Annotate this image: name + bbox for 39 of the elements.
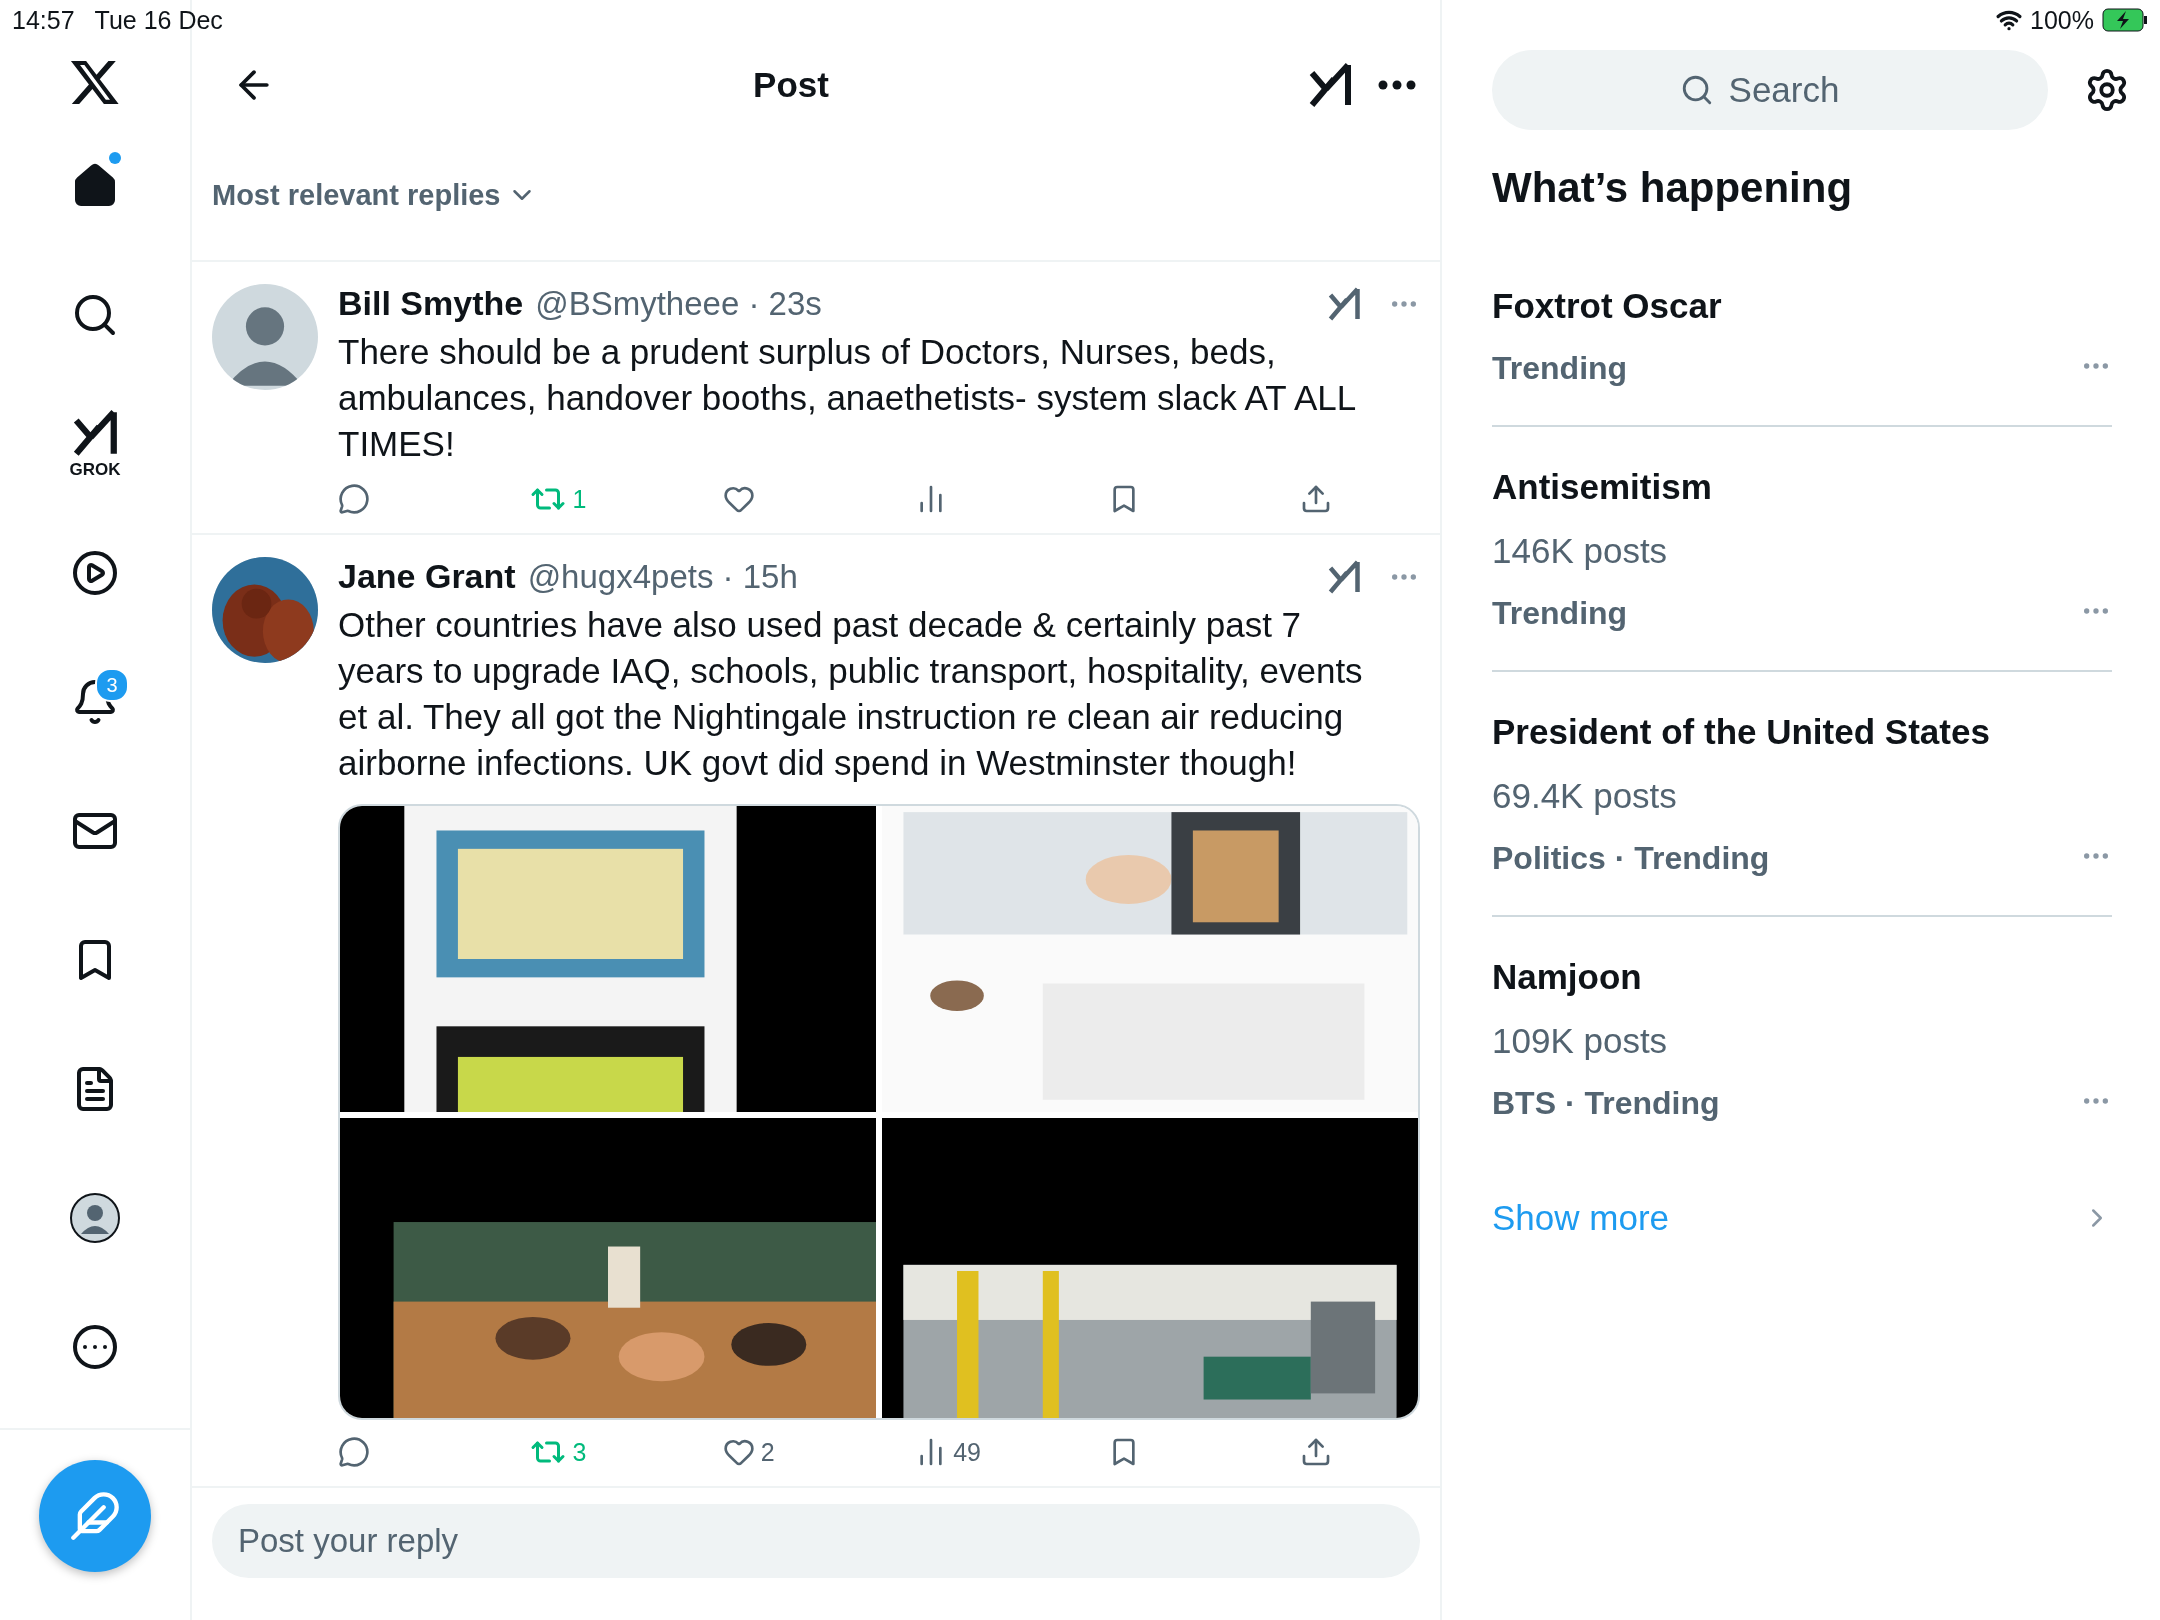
section-title: What’s happening [1492, 164, 1854, 212]
author-name[interactable]: Bill Smythe [338, 284, 524, 323]
author-handle[interactable]: @hugx4pets · 15h [527, 557, 1314, 596]
more-button[interactable] [1378, 80, 1416, 90]
status-date: Tue 16 Dec [94, 5, 224, 35]
author-handle[interactable]: @BSmytheee · 23s [535, 284, 1314, 323]
grok-tab[interactable]: GROK [47, 396, 143, 492]
status-time: 14:57 [12, 5, 75, 35]
trend-item[interactable]: President of the United States 69.4K posts Politics · Trending [1492, 672, 2112, 917]
grok-icon[interactable] [1326, 558, 1362, 595]
notification-badge: 3 [95, 668, 129, 702]
profile-avatar-icon [69, 1192, 121, 1244]
like-button[interactable]: 2 [722, 1434, 916, 1470]
views-button[interactable]: 49 [915, 1434, 1108, 1470]
media-grid[interactable] [338, 804, 1420, 1420]
grok-label: GROK [69, 460, 121, 480]
share-icon [1300, 483, 1332, 515]
trend-item[interactable]: Foxtrot Oscar Trending [1492, 246, 2112, 427]
search-icon [1680, 73, 1714, 107]
speech-bubble-icon [338, 483, 370, 515]
trend-item[interactable]: Antisemitism 146K posts Trending [1492, 427, 2112, 672]
speech-bubble-icon [338, 1436, 370, 1468]
sort-dropdown[interactable]: Most relevant replies [212, 178, 537, 212]
more-icon [1378, 80, 1416, 90]
search-field[interactable]: Search [1492, 50, 2048, 130]
play-icon [71, 549, 119, 597]
battery-level: 100% [2030, 5, 2094, 35]
compose-button[interactable] [39, 1460, 151, 1572]
more-icon [71, 1323, 119, 1371]
author-name[interactable]: Jane Grant [338, 557, 516, 596]
feather-icon [69, 1490, 121, 1542]
post-text: Other countries have also used past decade & certainly past 7 years to upgrade IAQ, schools, public transport, hospitality, events et al. They all got the Nightingale instruction re clean air reducing airborne infections. UK govt did spend in Westminster though! [338, 604, 1364, 784]
page-title: Post [752, 65, 830, 105]
reply-field[interactable]: Post your reply [212, 1504, 1420, 1578]
trend-item[interactable]: Namjoon 109K posts BTS · Trending [1492, 917, 2112, 1162]
battery-icon [2102, 8, 2148, 32]
share-icon [1300, 1436, 1332, 1468]
post-text: There should be a prudent surplus of Doctors, Nurses, beds, ambulances, handover booths, anaethetists- system slack AT ALL TIMES! [338, 331, 1356, 465]
grok-icon[interactable] [1326, 285, 1362, 322]
